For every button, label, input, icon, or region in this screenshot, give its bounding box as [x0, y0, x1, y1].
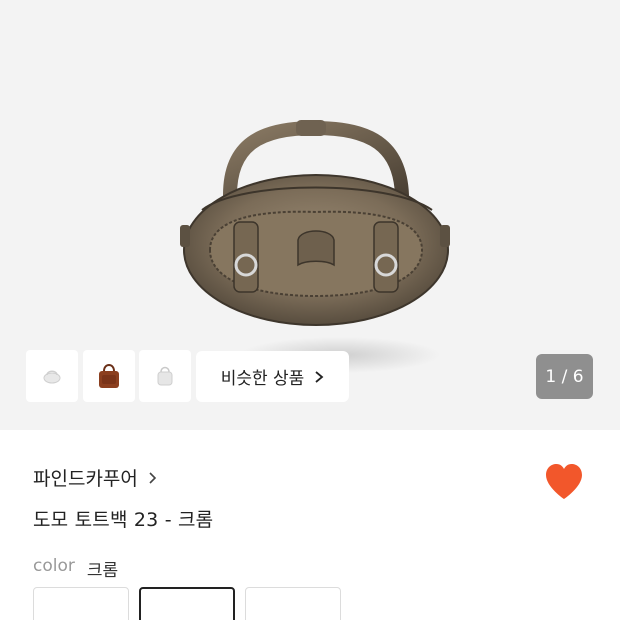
color-swatch[interactable] — [33, 587, 129, 620]
thumbnail-bag-icon — [99, 364, 119, 388]
brand-link[interactable]: 파인드카푸어 — [33, 464, 157, 491]
thumbnail-2[interactable] — [83, 350, 135, 402]
similar-products-button[interactable]: 비슷한 상품 — [196, 351, 349, 402]
chevron-right-icon — [149, 471, 157, 484]
thumbnail-3[interactable] — [139, 350, 191, 402]
thumbnail-bag-icon — [157, 366, 173, 386]
product-page: 비슷한 상품 1 / 6 파인드카푸어 도모 토트백 23 - 크롬 color… — [0, 0, 620, 620]
product-gallery[interactable]: 비슷한 상품 1 / 6 — [0, 0, 620, 430]
color-value: 크롬 — [86, 561, 119, 581]
similar-products-label: 비슷한 상품 — [220, 369, 305, 389]
color-option-row: color 크롬 — [33, 556, 118, 581]
color-swatch[interactable] — [245, 587, 341, 620]
chevron-right-icon — [315, 370, 324, 383]
color-label: color — [33, 556, 75, 576]
image-counter: 1 / 6 — [536, 354, 593, 399]
thumbnail-1[interactable] — [26, 350, 78, 402]
product-title: 도모 토트백 23 - 크롬 — [33, 509, 214, 531]
thumbnail-bag-icon — [43, 370, 61, 384]
color-swatch-selected[interactable] — [139, 587, 235, 620]
brand-name: 파인드카푸어 — [33, 468, 138, 490]
heart-icon[interactable] — [543, 462, 585, 502]
